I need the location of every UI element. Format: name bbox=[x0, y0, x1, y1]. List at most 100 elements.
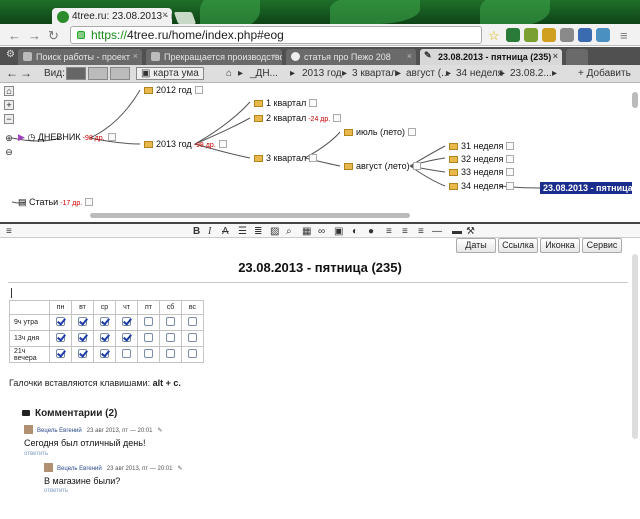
tree-node-q2[interactable]: 2 квартал -24 др. bbox=[254, 113, 342, 123]
app-tab[interactable]: Прекращается производство Fo... × bbox=[146, 49, 282, 65]
checkbox-checked[interactable] bbox=[56, 333, 65, 342]
close-icon[interactable]: × bbox=[162, 10, 168, 21]
tree-node-july[interactable]: июль (лето) bbox=[344, 127, 416, 137]
zoom-out-icon[interactable]: − bbox=[4, 114, 14, 124]
strikethrough-icon[interactable]: A bbox=[222, 226, 229, 237]
checkbox-checked[interactable] bbox=[78, 317, 87, 326]
settings-icon[interactable]: ⚙ bbox=[6, 49, 15, 60]
menu-icon[interactable]: ≡ bbox=[6, 226, 12, 237]
comment-author[interactable]: Вецель Евгений bbox=[57, 466, 102, 472]
tools-icon[interactable]: ⚒ bbox=[466, 226, 475, 237]
comment-author[interactable]: Вецель Евгений bbox=[37, 428, 82, 434]
checkbox-unchecked[interactable] bbox=[188, 333, 197, 342]
close-icon[interactable]: × bbox=[133, 51, 138, 61]
collapse-toggle[interactable] bbox=[408, 128, 416, 136]
extension-icon[interactable] bbox=[578, 28, 592, 42]
collapse-toggle[interactable] bbox=[506, 155, 515, 163]
new-tab-button[interactable] bbox=[173, 12, 197, 24]
menu-icon[interactable]: ≡ bbox=[620, 28, 628, 43]
checkbox-checked[interactable] bbox=[100, 349, 109, 358]
checkbox-checked[interactable] bbox=[122, 317, 131, 326]
url-input[interactable]: https://4tree.ru/home/index.php#eog bbox=[70, 26, 482, 44]
bullet-list-icon[interactable]: ☰ bbox=[238, 226, 247, 237]
forward-arrow-icon[interactable]: → bbox=[28, 28, 41, 43]
link-button[interactable]: Ссылка bbox=[498, 238, 538, 253]
home-icon[interactable]: ⌂ bbox=[4, 86, 14, 96]
tree-node-diary[interactable]: ▶ ◷ ДНЕВНИК -98 др. bbox=[18, 132, 116, 143]
align-left-icon[interactable]: ≡ bbox=[386, 226, 392, 237]
collapse-toggle[interactable] bbox=[85, 198, 94, 206]
reply-link[interactable]: ответить bbox=[44, 488, 68, 494]
checkbox-unchecked[interactable] bbox=[144, 333, 153, 342]
zoom-in-icon[interactable]: ⊕ bbox=[4, 134, 14, 144]
checkbox-unchecked[interactable] bbox=[166, 333, 175, 342]
edit-icon[interactable]: ✎ bbox=[158, 428, 163, 434]
checkbox-checked[interactable] bbox=[56, 349, 65, 358]
italic-icon[interactable]: I bbox=[208, 226, 211, 237]
checkbox-unchecked[interactable] bbox=[144, 317, 153, 326]
icon-button[interactable]: Иконка bbox=[540, 238, 580, 253]
view-tree-button[interactable] bbox=[110, 67, 130, 80]
breadcrumb-item[interactable]: 34 неделя bbox=[456, 68, 503, 79]
video-icon[interactable]: ▣ bbox=[334, 226, 343, 237]
tree-node-week34[interactable]: 34 неделя bbox=[449, 181, 515, 191]
collapse-toggle[interactable] bbox=[107, 133, 116, 141]
breadcrumb-item[interactable]: 3 квартал bbox=[352, 68, 397, 79]
close-icon[interactable]: × bbox=[407, 51, 412, 61]
breadcrumb-item[interactable]: август (... bbox=[406, 68, 449, 79]
horizontal-rule-icon[interactable]: — bbox=[432, 226, 442, 237]
mindmap-button[interactable]: ▣ карта ума bbox=[136, 67, 204, 80]
collapse-toggle[interactable] bbox=[506, 142, 515, 150]
close-icon[interactable]: × bbox=[553, 51, 558, 61]
back-arrow-icon[interactable]: ← bbox=[8, 28, 21, 43]
checkbox-checked[interactable] bbox=[100, 333, 109, 342]
star-icon[interactable]: ☆ bbox=[488, 28, 500, 44]
back-arrow-icon[interactable]: ← bbox=[6, 66, 18, 80]
collapse-toggle[interactable] bbox=[333, 114, 342, 122]
tree-node-q1[interactable]: 1 квартал bbox=[254, 98, 318, 108]
app-tab-active[interactable]: ✎ 23.08.2013 - пятница (235) × bbox=[420, 49, 562, 65]
checkbox-checked[interactable] bbox=[122, 333, 131, 342]
align-right-icon[interactable]: ≡ bbox=[418, 226, 424, 237]
extension-icon[interactable] bbox=[524, 28, 538, 42]
collapse-toggle[interactable] bbox=[309, 99, 318, 107]
reply-link[interactable]: ответить bbox=[24, 451, 48, 457]
extension-icon[interactable] bbox=[596, 28, 610, 42]
tree-horizontal-scrollbar[interactable] bbox=[90, 213, 410, 218]
tree-vertical-scrollbar[interactable] bbox=[632, 92, 638, 108]
forward-arrow-icon[interactable]: → bbox=[20, 66, 32, 80]
tree-node-articles[interactable]: ▤ Статьи -17 др. bbox=[18, 197, 94, 208]
palette-icon[interactable]: ◐ bbox=[352, 226, 358, 237]
service-button[interactable]: Сервис bbox=[582, 238, 622, 253]
checkbox-unchecked[interactable] bbox=[144, 349, 153, 358]
reload-icon[interactable]: ↻ bbox=[48, 28, 59, 44]
checkbox-checked[interactable] bbox=[78, 333, 87, 342]
image-icon[interactable]: ▨ bbox=[270, 226, 279, 237]
extension-icon[interactable] bbox=[542, 28, 556, 42]
checkbox-checked[interactable] bbox=[78, 349, 87, 358]
code-icon[interactable]: ▬ bbox=[452, 226, 462, 237]
app-tab[interactable]: Поиск работы - проект × bbox=[18, 49, 142, 65]
checkbox-unchecked[interactable] bbox=[188, 317, 197, 326]
breadcrumb-item[interactable]: _ДН... bbox=[250, 68, 278, 79]
collapse-toggle[interactable] bbox=[506, 168, 515, 176]
table-icon[interactable]: ▦ bbox=[302, 226, 311, 237]
dates-button[interactable]: Даты bbox=[456, 238, 496, 253]
add-tab-button[interactable] bbox=[566, 49, 588, 65]
numbered-list-icon[interactable]: ≣ bbox=[254, 226, 262, 237]
checkbox-unchecked[interactable] bbox=[166, 317, 175, 326]
edit-icon[interactable]: ✎ bbox=[178, 466, 183, 472]
align-center-icon[interactable]: ≡ bbox=[402, 226, 408, 237]
attach-icon[interactable]: ⌕ bbox=[286, 226, 292, 237]
checkbox-unchecked[interactable] bbox=[166, 349, 175, 358]
tree-node-week33[interactable]: 33 неделя bbox=[449, 167, 515, 177]
extension-icon[interactable] bbox=[560, 28, 574, 42]
tree-node-week31[interactable]: 31 неделя bbox=[449, 141, 515, 151]
tree-node-q3[interactable]: 3 квартал bbox=[254, 153, 318, 163]
checkbox-checked[interactable] bbox=[100, 317, 109, 326]
bold-icon[interactable]: B bbox=[193, 226, 200, 237]
home-icon[interactable]: ⌂ bbox=[226, 68, 232, 79]
collapse-toggle[interactable] bbox=[506, 182, 515, 190]
checkbox-checked[interactable] bbox=[56, 317, 65, 326]
collapse-toggle[interactable] bbox=[309, 154, 318, 162]
